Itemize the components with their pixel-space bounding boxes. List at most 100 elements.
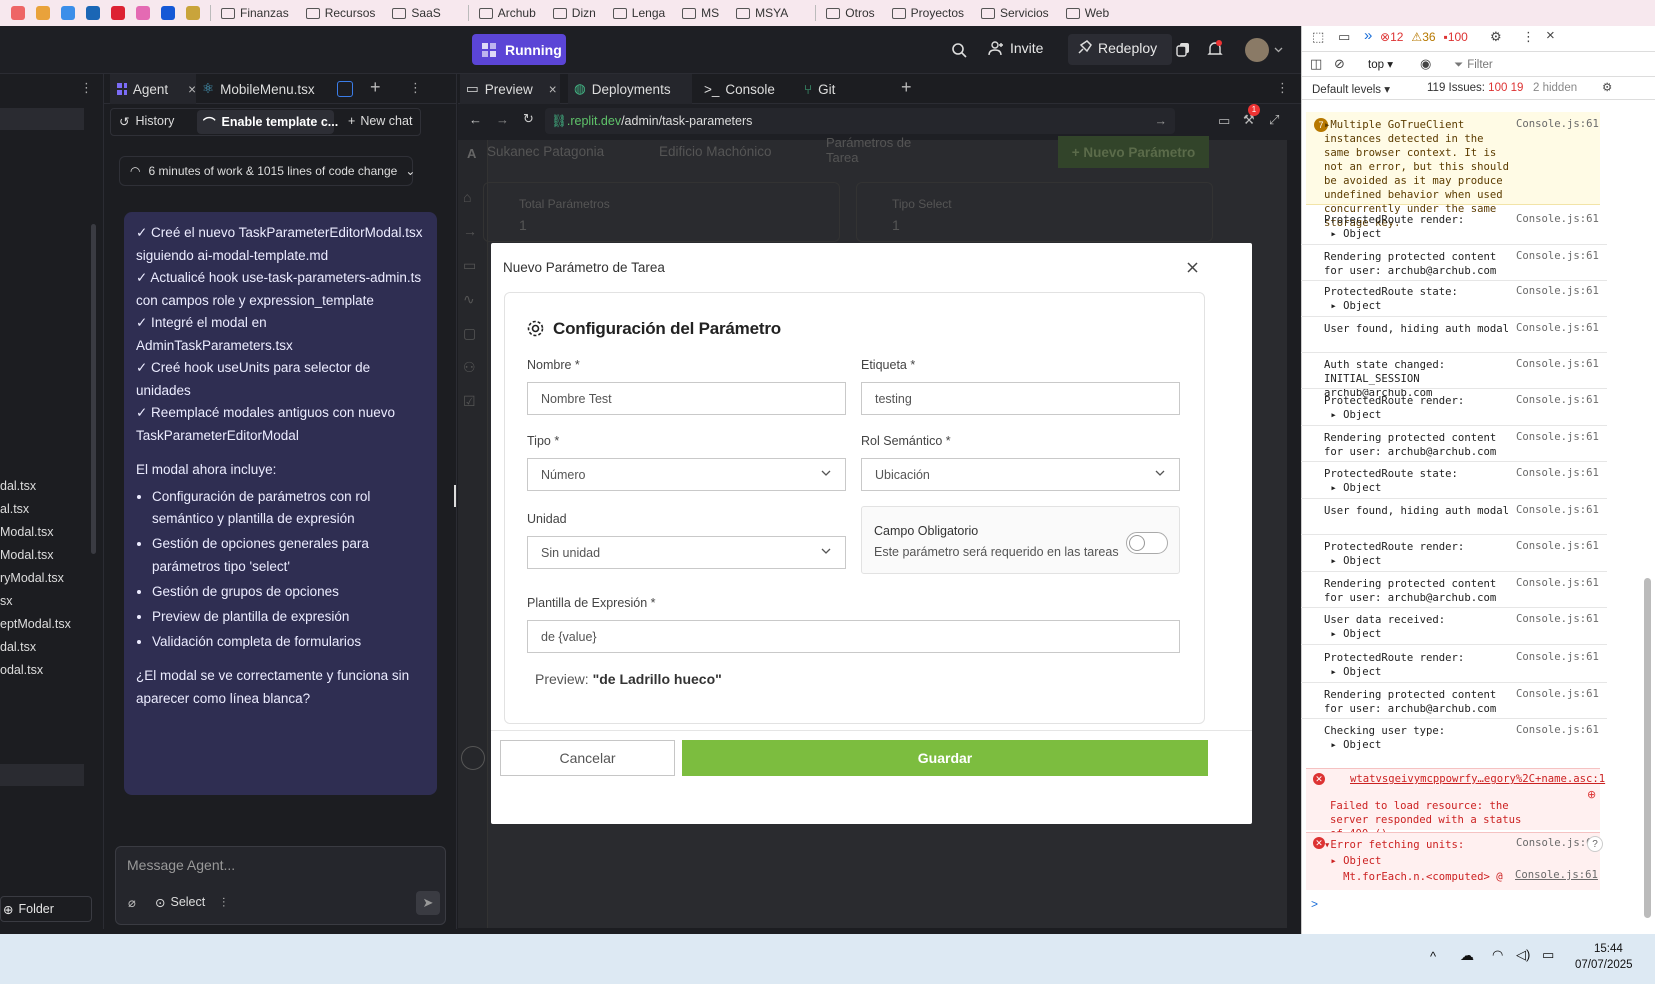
cancel-button[interactable]: Cancelar — [500, 740, 675, 776]
youtube-icon[interactable] — [11, 6, 25, 20]
bookmark-folder[interactable]: Recursos — [305, 6, 375, 20]
tab-git[interactable]: ⑂ Git — [798, 74, 888, 104]
settings-icon[interactable]: ⚙ — [1490, 29, 1502, 45]
run-button[interactable]: Running — [472, 34, 566, 65]
add-tab-icon[interactable]: + — [901, 77, 912, 98]
chevron-down-icon[interactable] — [1274, 47, 1283, 53]
file-item[interactable]: eptModal.tsx — [0, 617, 71, 631]
source-link[interactable]: Console.js:61 — [1516, 651, 1599, 663]
source-link[interactable]: Console.js:61 — [1516, 285, 1599, 297]
file-item[interactable]: odal.tsx — [0, 663, 43, 677]
org-selector[interactable]: Sukanec Patagonia — [487, 144, 604, 159]
bookmark-folder[interactable]: Dizn — [552, 6, 596, 20]
select-button[interactable]: ⊙ Select — [155, 895, 205, 910]
more-icon[interactable]: ⋮ — [409, 80, 422, 96]
file-tree-row-selected[interactable] — [0, 764, 84, 786]
new-parameter-button[interactable]: + Nuevo Parámetro — [1058, 136, 1209, 168]
close-icon[interactable] — [1187, 262, 1198, 273]
bookmark-folder[interactable]: Otros — [826, 6, 875, 20]
bookmark-folder[interactable]: Servicios — [981, 6, 1049, 20]
source-link[interactable]: Console.js:61 — [1516, 394, 1599, 406]
levels-select[interactable]: Default levels ▾ — [1312, 82, 1390, 96]
plantilla-input[interactable]: de {value} — [527, 620, 1180, 653]
error-source-link[interactable]: wtatvsgeivymcppowrfy…egory%2C+name.asc:1 — [1350, 773, 1605, 785]
history-button[interactable]: ↺ History — [119, 114, 174, 129]
nombre-input[interactable]: Nombre Test — [527, 382, 846, 415]
project-selector[interactable]: Edificio Machónico — [659, 144, 772, 159]
tipo-select[interactable]: Número — [527, 458, 846, 491]
volume-icon[interactable]: ◁) — [1516, 947, 1530, 963]
go-icon[interactable]: → — [1155, 114, 1168, 128]
etiqueta-input[interactable]: testing — [861, 382, 1180, 415]
source-link[interactable]: Console.js:61 — [1516, 688, 1599, 700]
file-item[interactable]: dal.tsx — [0, 479, 36, 493]
rol-select[interactable]: Ubicación — [861, 458, 1180, 491]
smile-icon[interactable] — [186, 6, 200, 20]
source-link[interactable]: Console.js:61 — [1516, 118, 1599, 130]
issues-link[interactable]: 119 Issues: 100 19 — [1427, 82, 1523, 94]
source-link[interactable]: Console.js:61 — [1516, 213, 1599, 225]
clock-date[interactable]: 07/07/2025 — [1575, 959, 1633, 971]
linkedin-icon[interactable] — [86, 6, 100, 20]
source-link[interactable]: Console.js:61 — [1515, 869, 1598, 881]
source-link[interactable]: Console.js:61 — [1516, 467, 1599, 479]
css-icon[interactable] — [337, 81, 353, 97]
send-button[interactable]: ➤ — [416, 891, 440, 915]
device-icon[interactable]: ▭ — [1338, 29, 1350, 45]
tab-deployments[interactable]: ◍ Deployments — [568, 74, 692, 104]
back-icon[interactable]: ← — [469, 112, 482, 127]
behance-icon[interactable] — [161, 6, 175, 20]
file-item[interactable]: sx — [0, 594, 13, 608]
more-panels-icon[interactable]: » — [1364, 27, 1372, 44]
settings-icon[interactable]: ⚙ — [1602, 80, 1612, 94]
attach-icon[interactable]: ⌀ — [128, 895, 136, 911]
redeploy-button[interactable]: Redeploy — [1076, 40, 1157, 56]
more-icon[interactable]: ⋮ — [1522, 29, 1535, 45]
new-folder-button[interactable]: ⊕ Folder — [0, 896, 92, 922]
settings-sliders-icon[interactable]: ⫶ — [222, 895, 225, 911]
scrollbar[interactable] — [91, 224, 96, 554]
forward-icon[interactable]: → — [496, 112, 509, 127]
bolt-icon[interactable] — [461, 746, 485, 770]
sidebar-icon[interactable]: ◫ — [1310, 56, 1322, 72]
inspect-icon[interactable]: ⬚ — [1312, 29, 1324, 45]
new-chat-button[interactable]: + New chat — [348, 114, 412, 128]
source-link[interactable]: Console.js:61 — [1516, 577, 1599, 589]
filter-input[interactable]: ⏷ Filter — [1448, 55, 1608, 75]
source-link[interactable]: Console.js:61 — [1516, 540, 1599, 552]
save-button[interactable]: Guardar — [682, 740, 1208, 776]
add-tab-icon[interactable]: + — [370, 77, 381, 98]
copy-icon[interactable] — [1175, 41, 1191, 57]
invite-button[interactable]: Invite — [988, 40, 1043, 56]
bookmark-folder[interactable]: SaaS — [392, 6, 441, 20]
resize-handle[interactable] — [454, 485, 456, 507]
file-item[interactable]: dal.tsx — [0, 640, 36, 654]
battery-icon[interactable]: ▭ — [1542, 947, 1554, 963]
tab-preview[interactable]: ▭ Preview × — [460, 74, 560, 104]
bookmark-folder[interactable]: Web — [1065, 6, 1109, 20]
clear-console-icon[interactable]: ⊘ — [1334, 56, 1345, 72]
clock-time[interactable]: 15:44 — [1594, 943, 1623, 955]
search-icon[interactable] — [951, 42, 967, 58]
external-link-icon[interactable]: ⤢ — [1269, 112, 1279, 128]
ai-explain-icon[interactable]: ? — [1587, 836, 1603, 852]
wifi-icon[interactable]: ◠ — [1492, 947, 1503, 963]
issue-counts[interactable]: ⊗12 ⚠36 ▪100 — [1380, 30, 1468, 44]
current-chat-tab[interactable]: ⌒ Enable template c... — [197, 110, 338, 134]
pinterest-icon[interactable] — [111, 6, 125, 20]
source-link[interactable]: Console.js:61 — [1516, 724, 1599, 736]
work-summary-toggle[interactable]: ◠ 6 minutes of work & 1015 lines of code … — [119, 156, 415, 186]
source-link[interactable]: Console.js:61 — [1516, 358, 1599, 370]
bookmark-folder[interactable]: Archub — [478, 6, 536, 20]
eye-icon[interactable]: ◉ — [1420, 56, 1431, 72]
file-item[interactable]: al.tsx — [0, 502, 29, 516]
list-icon[interactable] — [36, 6, 50, 20]
devices-icon[interactable]: ▭ — [1218, 113, 1230, 129]
source-link[interactable]: Console.js:61 — [1516, 431, 1599, 443]
reload-icon[interactable]: ↻ — [523, 111, 534, 127]
source-link[interactable]: Console.js:61 — [1516, 322, 1599, 334]
file-item[interactable]: Modal.tsx — [0, 525, 54, 539]
close-icon[interactable]: × — [549, 82, 557, 97]
context-select[interactable]: top ▾ — [1368, 57, 1393, 71]
cloud-icon[interactable]: ☁ — [1460, 947, 1474, 964]
